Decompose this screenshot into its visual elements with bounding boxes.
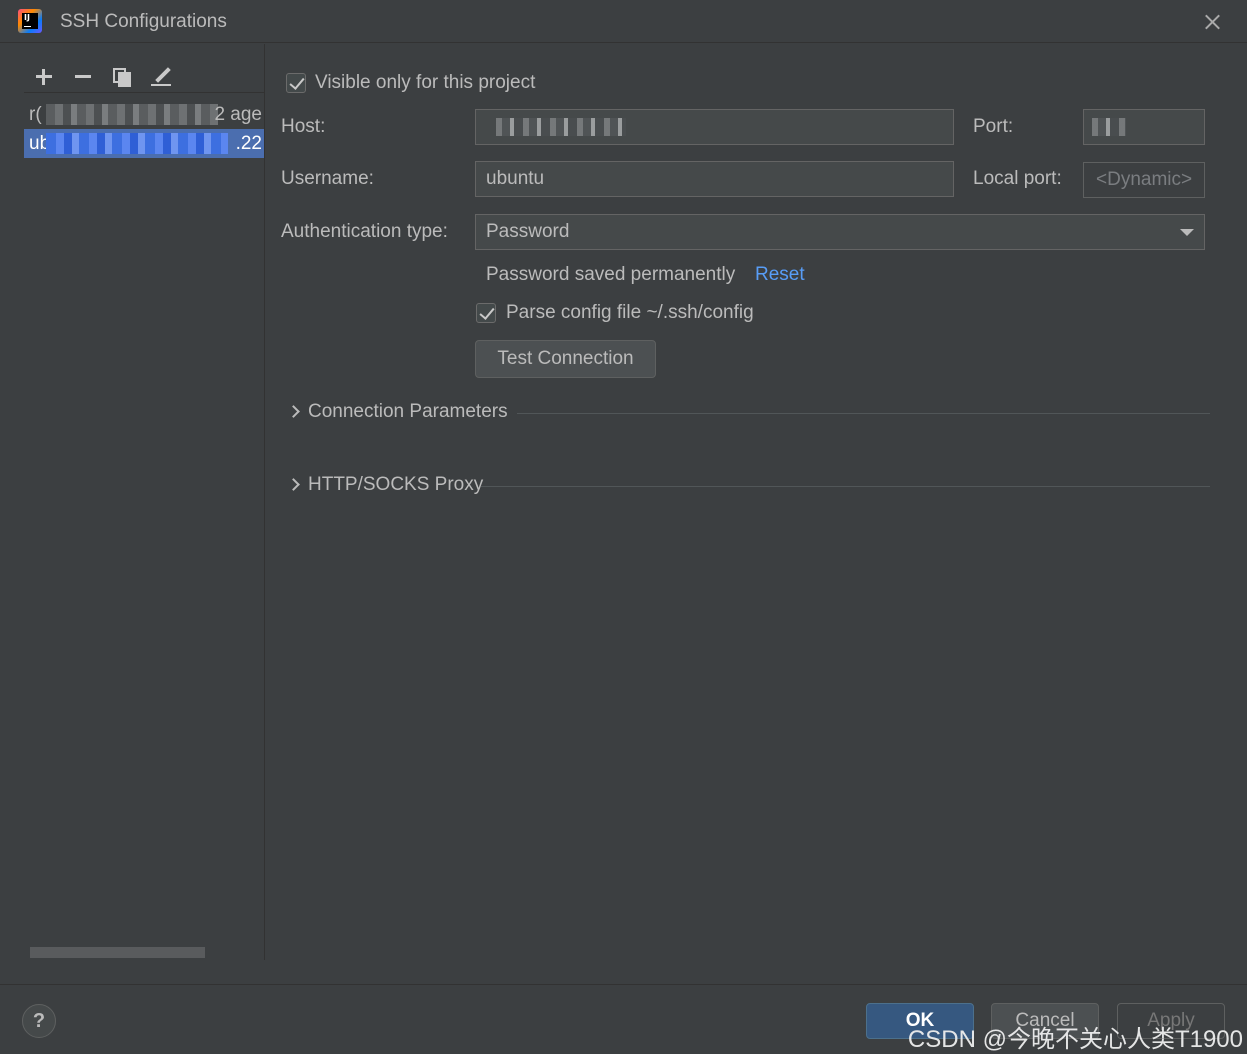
add-icon[interactable] <box>32 64 56 88</box>
connection-parameters-section[interactable]: Connection Parameters <box>286 400 1210 426</box>
close-icon[interactable] <box>1198 8 1226 36</box>
visible-only-checkbox[interactable] <box>286 73 306 93</box>
config-list: r( 2 age ub .22 <box>24 100 264 158</box>
section-title: Connection Parameters <box>308 401 508 422</box>
password-note: Password saved permanently <box>486 264 736 285</box>
auth-type-label: Authentication type: <box>281 221 448 242</box>
config-list-item[interactable]: r( 2 age <box>24 100 264 129</box>
reset-link[interactable]: Reset <box>755 264 805 286</box>
divider <box>517 413 1210 414</box>
window-title: SSH Configurations <box>60 11 227 32</box>
config-name-suffix: 2 age <box>214 104 262 125</box>
intellij-logo-icon: IJ <box>18 9 42 33</box>
edit-icon[interactable] <box>149 64 173 88</box>
remove-icon[interactable] <box>71 64 95 88</box>
test-connection-button[interactable]: Test Connection <box>475 340 656 378</box>
host-field[interactable] <box>475 109 954 145</box>
config-name-suffix: .22 <box>235 133 262 154</box>
local-port-field[interactable]: <Dynamic> <box>1083 162 1205 198</box>
username-label: Username: <box>281 168 374 189</box>
username-field[interactable]: ubuntu <box>475 161 954 197</box>
help-button[interactable]: ? <box>22 1004 56 1038</box>
visible-only-label: Visible only for this project <box>315 72 536 93</box>
redacted-host <box>46 133 228 154</box>
configurations-panel: r( 2 age ub .22 <box>0 44 265 960</box>
horizontal-scrollbar[interactable] <box>30 947 205 958</box>
auth-type-value: Password <box>486 221 570 242</box>
port-field[interactable] <box>1083 109 1205 145</box>
parse-config-checkbox[interactable] <box>476 303 496 323</box>
config-name-prefix: r( <box>29 104 42 125</box>
chevron-right-icon <box>287 405 300 418</box>
watermark: CSDN @今晚不关心人类T1900 <box>907 1026 1243 1053</box>
divider <box>481 486 1210 487</box>
copy-icon[interactable] <box>110 64 134 88</box>
config-list-item[interactable]: ub .22 <box>24 129 264 158</box>
proxy-section[interactable]: HTTP/SOCKS Proxy <box>286 473 1210 499</box>
section-title: HTTP/SOCKS Proxy <box>308 474 484 495</box>
local-port-label: Local port: <box>973 168 1062 189</box>
redacted-host <box>46 104 218 125</box>
title-bar: IJ SSH Configurations <box>0 0 1247 43</box>
auth-type-select[interactable]: Password <box>475 214 1205 250</box>
configuration-form: Visible only for this project Host: Port… <box>266 44 1247 960</box>
list-toolbar <box>24 59 264 93</box>
chevron-right-icon <box>287 478 300 491</box>
parse-config-label: Parse config file ~/.ssh/config <box>506 302 754 323</box>
chevron-down-icon <box>1180 229 1194 236</box>
host-label: Host: <box>281 116 326 137</box>
port-label: Port: <box>973 116 1014 137</box>
